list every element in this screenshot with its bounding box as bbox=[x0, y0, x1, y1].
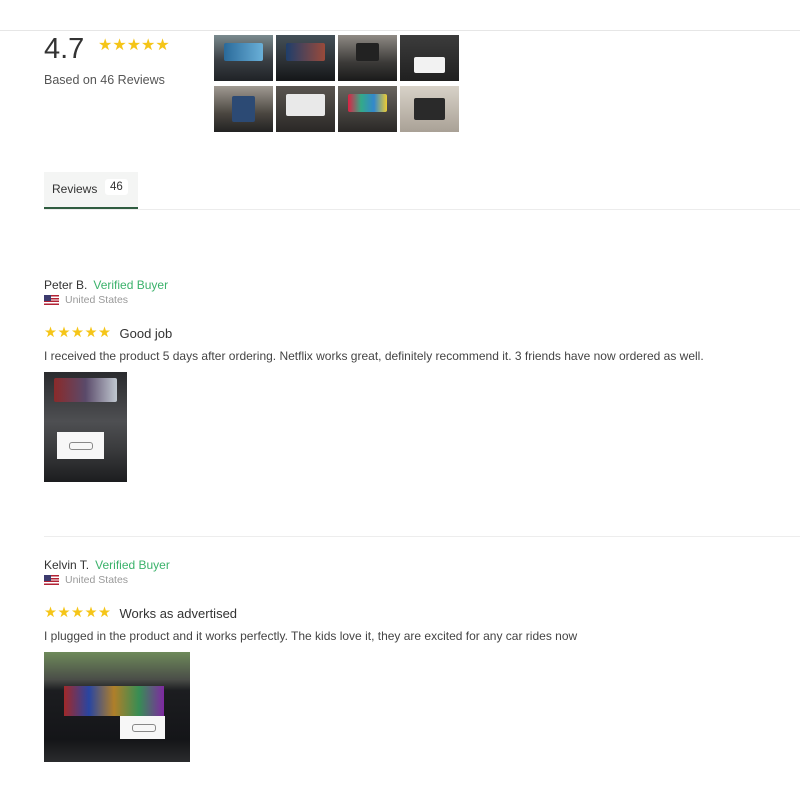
average-rating: 4.7 bbox=[44, 33, 85, 65]
review-item: Kelvin T. Verified Buyer United States ★★… bbox=[44, 558, 577, 762]
review-stars-icon: ★★★★★ bbox=[44, 325, 112, 341]
review-item: Peter B. Verified Buyer United States ★★★… bbox=[44, 278, 704, 482]
gallery-thumbnail[interactable] bbox=[338, 35, 397, 81]
review-photo[interactable] bbox=[44, 372, 127, 482]
gallery-thumbnail[interactable] bbox=[214, 35, 273, 81]
gallery-thumbnail[interactable] bbox=[276, 35, 335, 81]
tab-reviews-count-badge: 46 bbox=[105, 179, 128, 195]
verified-buyer-badge: Verified Buyer bbox=[93, 278, 169, 292]
country-label: United States bbox=[65, 574, 129, 586]
tab-reviews-label: Reviews bbox=[52, 182, 98, 196]
review-body: I plugged in the product and it works pe… bbox=[44, 629, 578, 643]
review-photo[interactable] bbox=[44, 652, 190, 762]
top-divider bbox=[0, 30, 800, 31]
us-flag-icon bbox=[44, 575, 59, 585]
review-body: I received the product 5 days after orde… bbox=[44, 349, 704, 363]
review-rating: ★★★★★ Good job bbox=[44, 325, 172, 341]
gallery-thumbnail[interactable] bbox=[338, 86, 397, 132]
country-label: United States bbox=[65, 294, 129, 306]
gallery-thumbnail[interactable] bbox=[400, 86, 459, 132]
reviewer-name: Peter B. bbox=[44, 278, 88, 292]
gallery-thumbnail[interactable] bbox=[276, 86, 335, 132]
review-divider bbox=[44, 536, 800, 537]
average-stars-icon: ★★★★★ bbox=[98, 37, 170, 54]
reviewer-name: Kelvin T. bbox=[44, 558, 90, 572]
reviewer-country: United States bbox=[44, 294, 128, 306]
verified-buyer-badge: Verified Buyer bbox=[95, 558, 170, 572]
review-title: Good job bbox=[119, 325, 173, 341]
gallery-thumbnail[interactable] bbox=[400, 35, 459, 81]
tab-reviews[interactable]: Reviews 46 bbox=[44, 172, 138, 209]
review-title: Works as advertised bbox=[119, 605, 238, 621]
review-count-text: Based on 46 Reviews bbox=[44, 73, 165, 87]
us-flag-icon bbox=[44, 295, 59, 305]
review-rating: ★★★★★ Works as advertised bbox=[44, 605, 237, 621]
reviewer-country: United States bbox=[44, 574, 128, 586]
review-stars-icon: ★★★★★ bbox=[44, 605, 112, 621]
review-tabs: Reviews 46 bbox=[44, 172, 800, 210]
gallery-thumbnail[interactable] bbox=[214, 86, 273, 132]
photo-gallery bbox=[214, 35, 464, 135]
